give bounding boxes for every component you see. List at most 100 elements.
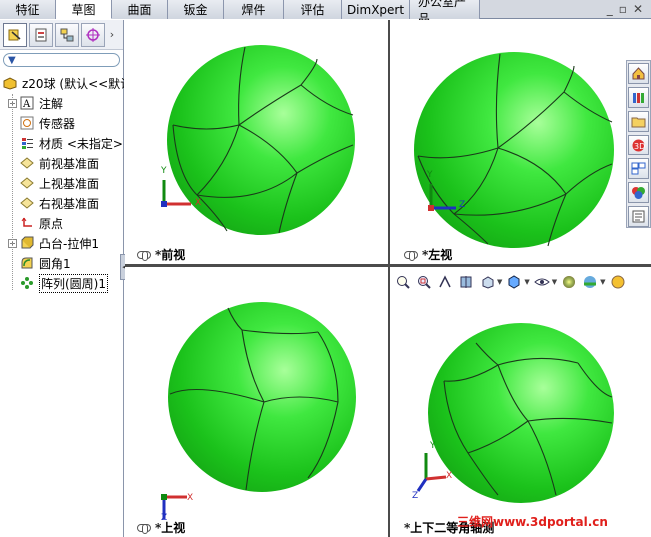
panel-tabs-more[interactable]: › (107, 28, 117, 41)
appearance-icon[interactable] (628, 182, 649, 204)
feature-tree: z20球 (默认<<默认> + A 注解 传感器 材质 <未指定> 前视基准面 … (0, 73, 124, 293)
chevron-down-icon[interactable]: ▼ (524, 278, 529, 286)
view-palette-icon[interactable] (628, 158, 649, 180)
feature-manager-icon[interactable] (3, 22, 27, 47)
panel-tabs: › (0, 20, 123, 50)
extrude-icon (19, 235, 35, 251)
axis-y-label: Y (161, 166, 167, 176)
tree-root-label: z20球 (默认<<默认> (22, 76, 124, 91)
viewport-trimetric[interactable]: Y X Z *上下二等角轴测 (390, 267, 651, 537)
link-view-icon (404, 250, 418, 261)
heads-up-view-toolbar: ▼ ▼ ▼ ▼ (394, 272, 627, 292)
sketch-3d-icon[interactable]: 3D (628, 134, 649, 156)
fillet-icon (19, 255, 35, 271)
tree-item-label: 原点 (39, 216, 64, 231)
tree-root[interactable]: z20球 (默认<<默认> (0, 73, 124, 93)
tab-office-products[interactable]: 办公室产品 (410, 0, 480, 26)
tab-dimxpert[interactable]: DimXpert (342, 0, 410, 19)
section-view-icon[interactable] (457, 273, 475, 291)
link-view-icon (137, 250, 151, 261)
tree-item-label: 阵列(圆周)1 (39, 273, 108, 293)
axis-z-label: Z (412, 491, 419, 501)
sphere-model[interactable] (168, 302, 356, 492)
origin-icon (19, 215, 35, 231)
tab-surfaces[interactable]: 曲面 (112, 0, 168, 19)
plane-icon (19, 155, 35, 171)
view-orientation-icon[interactable] (478, 273, 496, 291)
hide-show-icon[interactable] (533, 273, 551, 291)
tree-item-circular-pattern[interactable]: 阵列(圆周)1 (0, 273, 124, 293)
axis-x-label: X (446, 471, 453, 481)
viewport-top[interactable]: X Z *上视 (125, 267, 388, 537)
custom-properties-icon[interactable] (628, 206, 649, 228)
previous-view-icon[interactable] (436, 273, 454, 291)
sensors-icon (19, 115, 35, 131)
tree-item-label: 凸台-拉伸1 (39, 236, 99, 251)
zoom-fit-icon[interactable] (394, 273, 412, 291)
command-manager-tabs: 特征 草图 曲面 钣金 焊件 评估 DimXpert 办公室产品 (0, 0, 651, 26)
tree-item-top-plane[interactable]: 上视基准面 (0, 173, 124, 193)
part-icon (2, 75, 18, 91)
chevron-down-icon[interactable]: ▼ (552, 278, 557, 286)
chevron-down-icon[interactable]: ▼ (600, 278, 605, 286)
minimize-button[interactable]: _ (607, 2, 613, 16)
view-label-left: *左视 (404, 246, 452, 263)
feature-manager-panel: › ▼ z20球 (默认<<默认> + A 注解 传感器 材质 <未指定> (0, 20, 124, 537)
tree-item-label: 注解 (39, 96, 64, 111)
folder-icon[interactable] (628, 110, 649, 132)
home-icon[interactable] (628, 63, 649, 84)
plane-icon (19, 195, 35, 211)
sphere-model[interactable] (414, 52, 614, 248)
tree-connector-line (12, 94, 13, 290)
tree-item-label: 上视基准面 (39, 176, 100, 191)
tree-item-front-plane[interactable]: 前视基准面 (0, 153, 124, 173)
tree-item-sensors[interactable]: 传感器 (0, 113, 124, 133)
tree-filter[interactable]: ▼ (3, 53, 120, 67)
axis-triad (416, 453, 447, 492)
close-button[interactable]: ✕ (633, 2, 643, 16)
viewport-front[interactable]: Y X *前视 (125, 20, 388, 264)
annotations-icon: A (19, 95, 35, 111)
tree-item-label: 材质 <未指定> (39, 136, 123, 151)
link-view-icon (137, 523, 151, 534)
axis-y-label: Y (430, 441, 436, 451)
viewport-left[interactable]: Y Z *左视 (390, 20, 651, 264)
axis-x-label: X (195, 198, 202, 208)
tree-item-label: 前视基准面 (39, 156, 100, 171)
dimxpert-manager-icon[interactable] (81, 22, 105, 47)
axis-z-label: Z (459, 200, 466, 210)
tab-weldments[interactable]: 焊件 (224, 0, 284, 19)
display-style-icon[interactable] (505, 273, 523, 291)
axis-y-label: Y (427, 170, 433, 180)
plane-icon (19, 175, 35, 191)
property-manager-icon[interactable] (29, 22, 53, 47)
zoom-area-icon[interactable] (415, 273, 433, 291)
tab-features[interactable]: 特征 (0, 0, 56, 19)
restore-button[interactable]: ▫ (619, 2, 627, 16)
filter-icon: ▼ (8, 54, 16, 66)
watermark-text: 三维网www.3dportal.cn (457, 515, 608, 529)
tree-item-boss-extrude[interactable]: + 凸台-拉伸1 (0, 233, 124, 253)
tree-item-label: 右视基准面 (39, 196, 100, 211)
tree-item-annotations[interactable]: + A 注解 (0, 93, 124, 113)
view-settings-icon[interactable] (609, 273, 627, 291)
tree-item-label: 传感器 (39, 116, 76, 131)
axis-x-label: X (187, 493, 194, 503)
chevron-down-icon[interactable]: ▼ (497, 278, 502, 286)
tree-item-fillet[interactable]: 圆角1 (0, 253, 124, 273)
svg-text:3D: 3D (634, 142, 645, 151)
window-controls: _ ▫ ✕ (607, 2, 643, 16)
tree-item-material[interactable]: 材质 <未指定> (0, 133, 124, 153)
tree-item-label: 圆角1 (39, 256, 71, 271)
library-icon[interactable] (628, 86, 649, 108)
tab-sheet-metal[interactable]: 钣金 (168, 0, 224, 19)
tree-item-right-plane[interactable]: 右视基准面 (0, 193, 124, 213)
edit-appearance-icon[interactable] (560, 273, 578, 291)
apply-scene-icon[interactable] (581, 273, 599, 291)
configuration-manager-icon[interactable] (55, 22, 79, 47)
tab-evaluate[interactable]: 评估 (284, 0, 342, 19)
task-pane: 3D (626, 60, 651, 228)
svg-text:A: A (22, 99, 31, 110)
tab-sketch[interactable]: 草图 (56, 0, 112, 19)
tree-item-origin[interactable]: 原点 (0, 213, 124, 233)
